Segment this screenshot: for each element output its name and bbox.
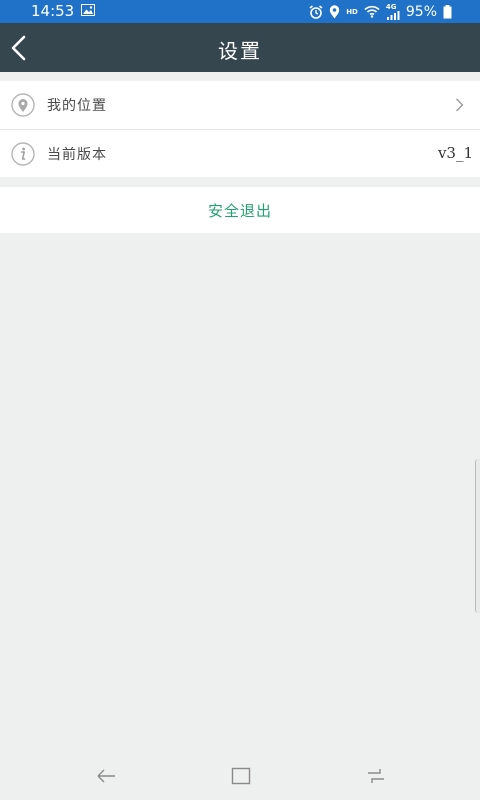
logout-button[interactable]: 安全退出 (0, 187, 480, 233)
current-version-row: 当前版本 v3_1 (0, 130, 480, 178)
alarm-icon (309, 4, 323, 19)
status-bar: 14:53 HD 4G 95% (0, 0, 480, 23)
edge-panel-handle[interactable] (475, 459, 480, 613)
network-type-label: 4G (385, 2, 397, 11)
page-title: 设置 (218, 39, 262, 63)
gallery-notification-icon (81, 4, 95, 16)
my-location-label: 我的位置 (47, 98, 107, 114)
version-value: v3_1 (437, 144, 473, 162)
status-icons: HD 4G 95% (303, 2, 452, 21)
location-status-icon (330, 4, 340, 18)
nav-home-button[interactable] (231, 767, 251, 785)
logout-label: 安全退出 (207, 202, 272, 220)
status-time: 14:53 (31, 2, 75, 20)
wifi-icon (364, 5, 380, 18)
battery-icon (443, 4, 452, 18)
system-nav-bar (0, 754, 480, 800)
hd-label: HD (346, 7, 358, 16)
nav-back-button[interactable] (96, 767, 116, 785)
current-version-label: 当前版本 (47, 147, 107, 163)
cellular-signal: 4G (385, 2, 400, 20)
info-icon (11, 142, 35, 166)
my-location-row[interactable]: 我的位置 (0, 81, 480, 130)
nav-recents-button[interactable] (366, 767, 386, 785)
location-pin-icon (11, 93, 35, 117)
settings-list: 我的位置 当前版本 v3_1 (0, 81, 480, 177)
title-bar: 设置 (0, 23, 480, 72)
chevron-right-icon (456, 98, 464, 112)
signal-icon (386, 10, 400, 20)
battery-percent: 95% (405, 3, 437, 20)
